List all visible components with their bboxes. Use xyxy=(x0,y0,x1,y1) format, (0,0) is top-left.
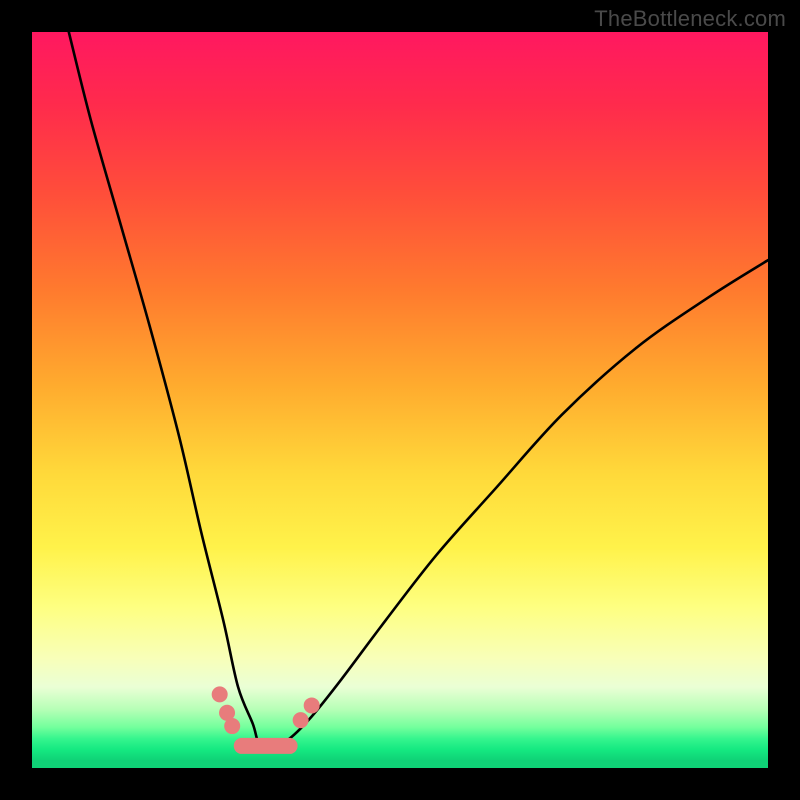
bottleneck-curve xyxy=(69,32,768,748)
plot-area xyxy=(32,32,768,768)
chart-svg xyxy=(32,32,768,768)
markers-left-dot xyxy=(212,686,228,702)
markers-right-dot xyxy=(293,712,309,728)
attribution-text: TheBottleneck.com xyxy=(594,6,786,32)
outer-frame: TheBottleneck.com xyxy=(0,0,800,800)
markers-left-dot xyxy=(224,718,240,734)
markers-right-dot xyxy=(304,697,320,713)
